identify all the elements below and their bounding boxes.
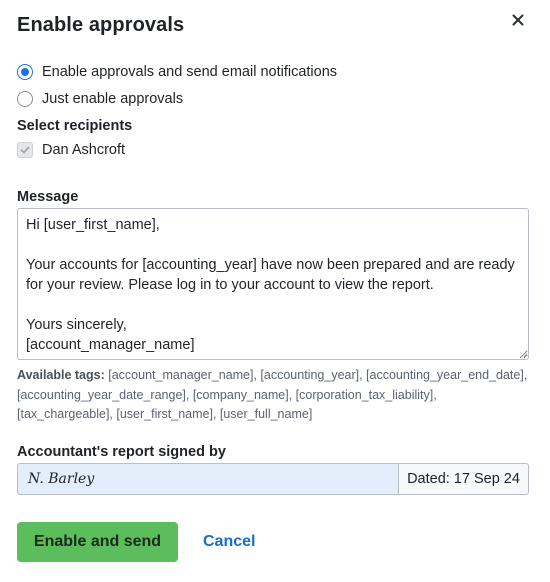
recipient-checkbox[interactable] <box>17 142 33 158</box>
cancel-button[interactable]: Cancel <box>203 522 255 562</box>
available-tags: Available tags: [account_manager_name], … <box>17 366 532 425</box>
close-icon <box>512 14 524 26</box>
recipient-item[interactable]: Dan Ashcroft <box>17 142 125 158</box>
enable-approvals-dialog: Enable approvals Enable approvals and se… <box>0 0 550 582</box>
resize-grip-icon[interactable] <box>520 350 528 358</box>
radio-selected-dot <box>21 68 29 76</box>
select-recipients-label: Select recipients <box>17 118 133 134</box>
recipient-name: Dan Ashcroft <box>42 142 126 158</box>
dialog-title: Enable approvals <box>17 14 185 36</box>
signed-by-field: N. Barley Dated: 17 Sep 24 <box>17 463 529 495</box>
radio-enable-and-send[interactable] <box>17 64 33 80</box>
option-just-enable[interactable]: Just enable approvals <box>17 91 183 107</box>
option-just-enable-label: Just enable approvals <box>42 91 184 107</box>
close-button[interactable] <box>508 10 528 30</box>
message-label: Message <box>17 189 79 205</box>
dated-value: Dated: 17 Sep 24 <box>398 463 529 495</box>
signature-input[interactable]: N. Barley <box>17 463 398 495</box>
message-textarea[interactable]: Hi [user_first_name], Your accounts for … <box>17 208 529 360</box>
radio-just-enable[interactable] <box>17 91 33 107</box>
option-enable-and-send-label: Enable approvals and send email notifica… <box>42 64 338 80</box>
available-tags-label: Available tags: <box>17 368 105 382</box>
signed-by-label: Accountant's report signed by <box>17 444 226 460</box>
check-icon <box>20 146 30 154</box>
enable-and-send-button[interactable]: Enable and send <box>17 522 178 562</box>
option-enable-and-send[interactable]: Enable approvals and send email notifica… <box>17 64 337 80</box>
